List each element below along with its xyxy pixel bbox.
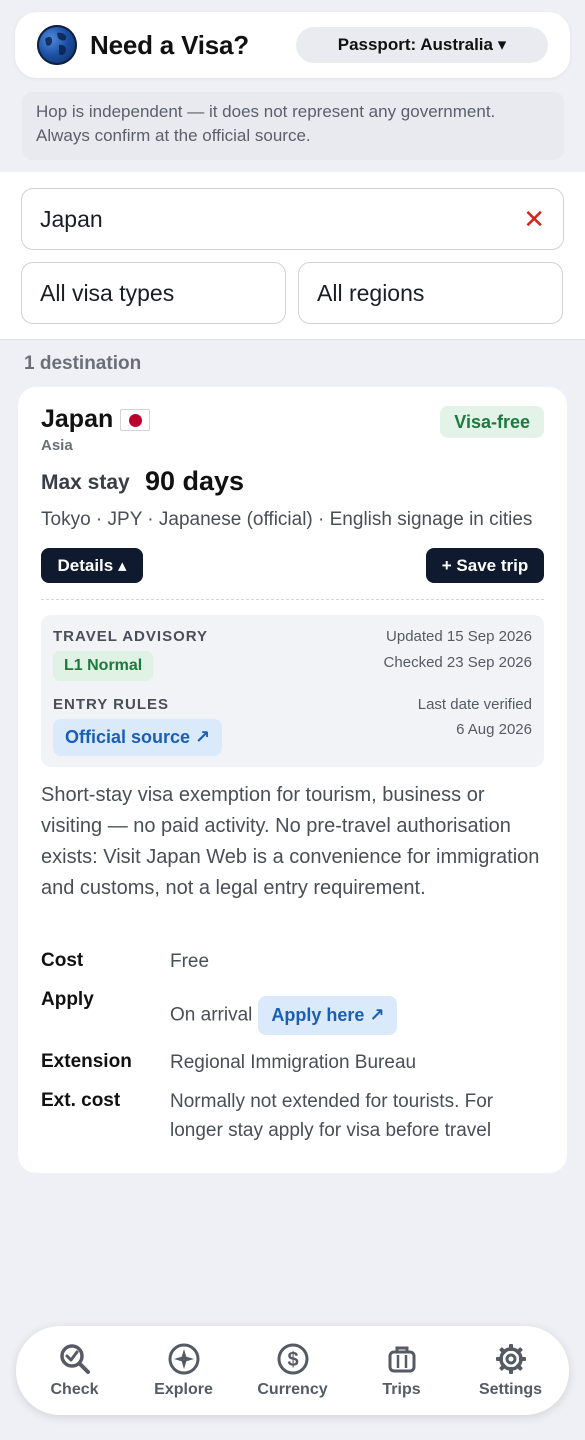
advisory-heading: TRAVEL ADVISORY: [53, 628, 209, 645]
advisory-level-badge: L1 Normal: [53, 651, 154, 681]
region-filter[interactable]: All regions: [298, 262, 563, 324]
official-source-link[interactable]: Official source ↗: [53, 719, 223, 756]
nav-label: Settings: [478, 1381, 543, 1398]
search-check-icon: [59, 1344, 90, 1374]
search-box[interactable]: ✕: [21, 188, 564, 250]
apply-row: On arrival Apply here ↗: [170, 996, 398, 1035]
max-stay-value: 90 days: [145, 466, 245, 496]
japan-flag-icon: [120, 409, 150, 431]
apply-label: Apply: [41, 989, 94, 1010]
search-input[interactable]: [40, 205, 524, 233]
cost-value: Free: [170, 951, 210, 972]
country-name: Japan: [41, 405, 114, 433]
nav-check[interactable]: Check: [25, 1342, 125, 1399]
nav-label: Trips: [382, 1381, 421, 1398]
search-panel: ✕ All visa types All regions: [0, 172, 585, 340]
extension-value: Regional Immigration Bureau: [170, 1052, 417, 1073]
ext-cost-line: Normally not extended for tourists. For: [170, 1091, 494, 1112]
disclaimer-banner: Hop is independent — it does not represe…: [22, 92, 564, 160]
nav-explore[interactable]: Explore: [134, 1342, 234, 1399]
compass-icon: [168, 1343, 199, 1375]
details-button[interactable]: Details ▴: [41, 548, 143, 583]
max-stay-label: Max stay: [41, 471, 130, 494]
results-count: 1 destination: [24, 353, 142, 374]
entry-rules-heading: ENTRY RULES: [53, 696, 170, 713]
ext-cost-value: Normally not extended for tourists. For …: [170, 1087, 493, 1145]
country-region: Asia: [41, 437, 73, 454]
verified-date: 6 Aug 2026: [456, 721, 532, 738]
apply-here-link[interactable]: Apply here ↗: [258, 996, 398, 1035]
save-trip-button[interactable]: + Save trip: [426, 548, 544, 583]
nav-trips[interactable]: Trips: [352, 1342, 452, 1399]
bottom-nav: Check Explore $ Currency Trips Settings: [16, 1326, 569, 1415]
gear-icon: [495, 1344, 526, 1374]
ext-cost-label: Ext. cost: [41, 1090, 121, 1111]
extension-label: Extension: [41, 1051, 132, 1072]
suitcase-icon: [388, 1346, 415, 1373]
divider: [41, 599, 544, 600]
disclaimer-line: Hop is independent — it does not represe…: [36, 102, 496, 121]
advisory-updated: Updated 15 Sep 2026: [386, 628, 532, 645]
advisory-checked: Checked 23 Sep 2026: [383, 654, 532, 671]
disclaimer-line: Always confirm at the official source.: [36, 126, 311, 145]
passport-selector[interactable]: Passport: Australia ▾: [296, 27, 548, 63]
status-badge: Visa-free: [440, 406, 544, 438]
clear-icon[interactable]: ✕: [523, 206, 545, 232]
nav-label: Check: [50, 1381, 99, 1398]
visa-type-filter[interactable]: All visa types: [21, 262, 286, 324]
svg-text:$: $: [287, 1349, 298, 1371]
country-meta: Tokyo · JPY · Japanese (official) · Engl…: [41, 509, 533, 530]
destination-card: Japan Asia Visa-free Max stay 90 days To…: [18, 387, 567, 1173]
app-header: Need a Visa? Passport: Australia ▾: [15, 12, 570, 78]
advisory-panel: TRAVEL ADVISORY L1 Normal Updated 15 Sep…: [41, 615, 544, 767]
nav-currency[interactable]: $ Currency: [243, 1342, 343, 1399]
nav-label: Explore: [154, 1381, 213, 1398]
page-title: Need a Visa?: [90, 29, 249, 60]
nav-settings[interactable]: Settings: [461, 1342, 561, 1399]
ext-cost-line: longer stay apply for visa before travel: [170, 1120, 492, 1141]
globe-icon: [37, 25, 77, 65]
dollar-icon: $: [277, 1343, 308, 1375]
visa-description: Short-stay visa exemption for tourism, b…: [41, 784, 540, 899]
apply-value: On arrival: [170, 1004, 253, 1026]
cost-label: Cost: [41, 950, 84, 971]
nav-label: Currency: [257, 1381, 328, 1398]
verified-label: Last date verified: [417, 696, 532, 713]
